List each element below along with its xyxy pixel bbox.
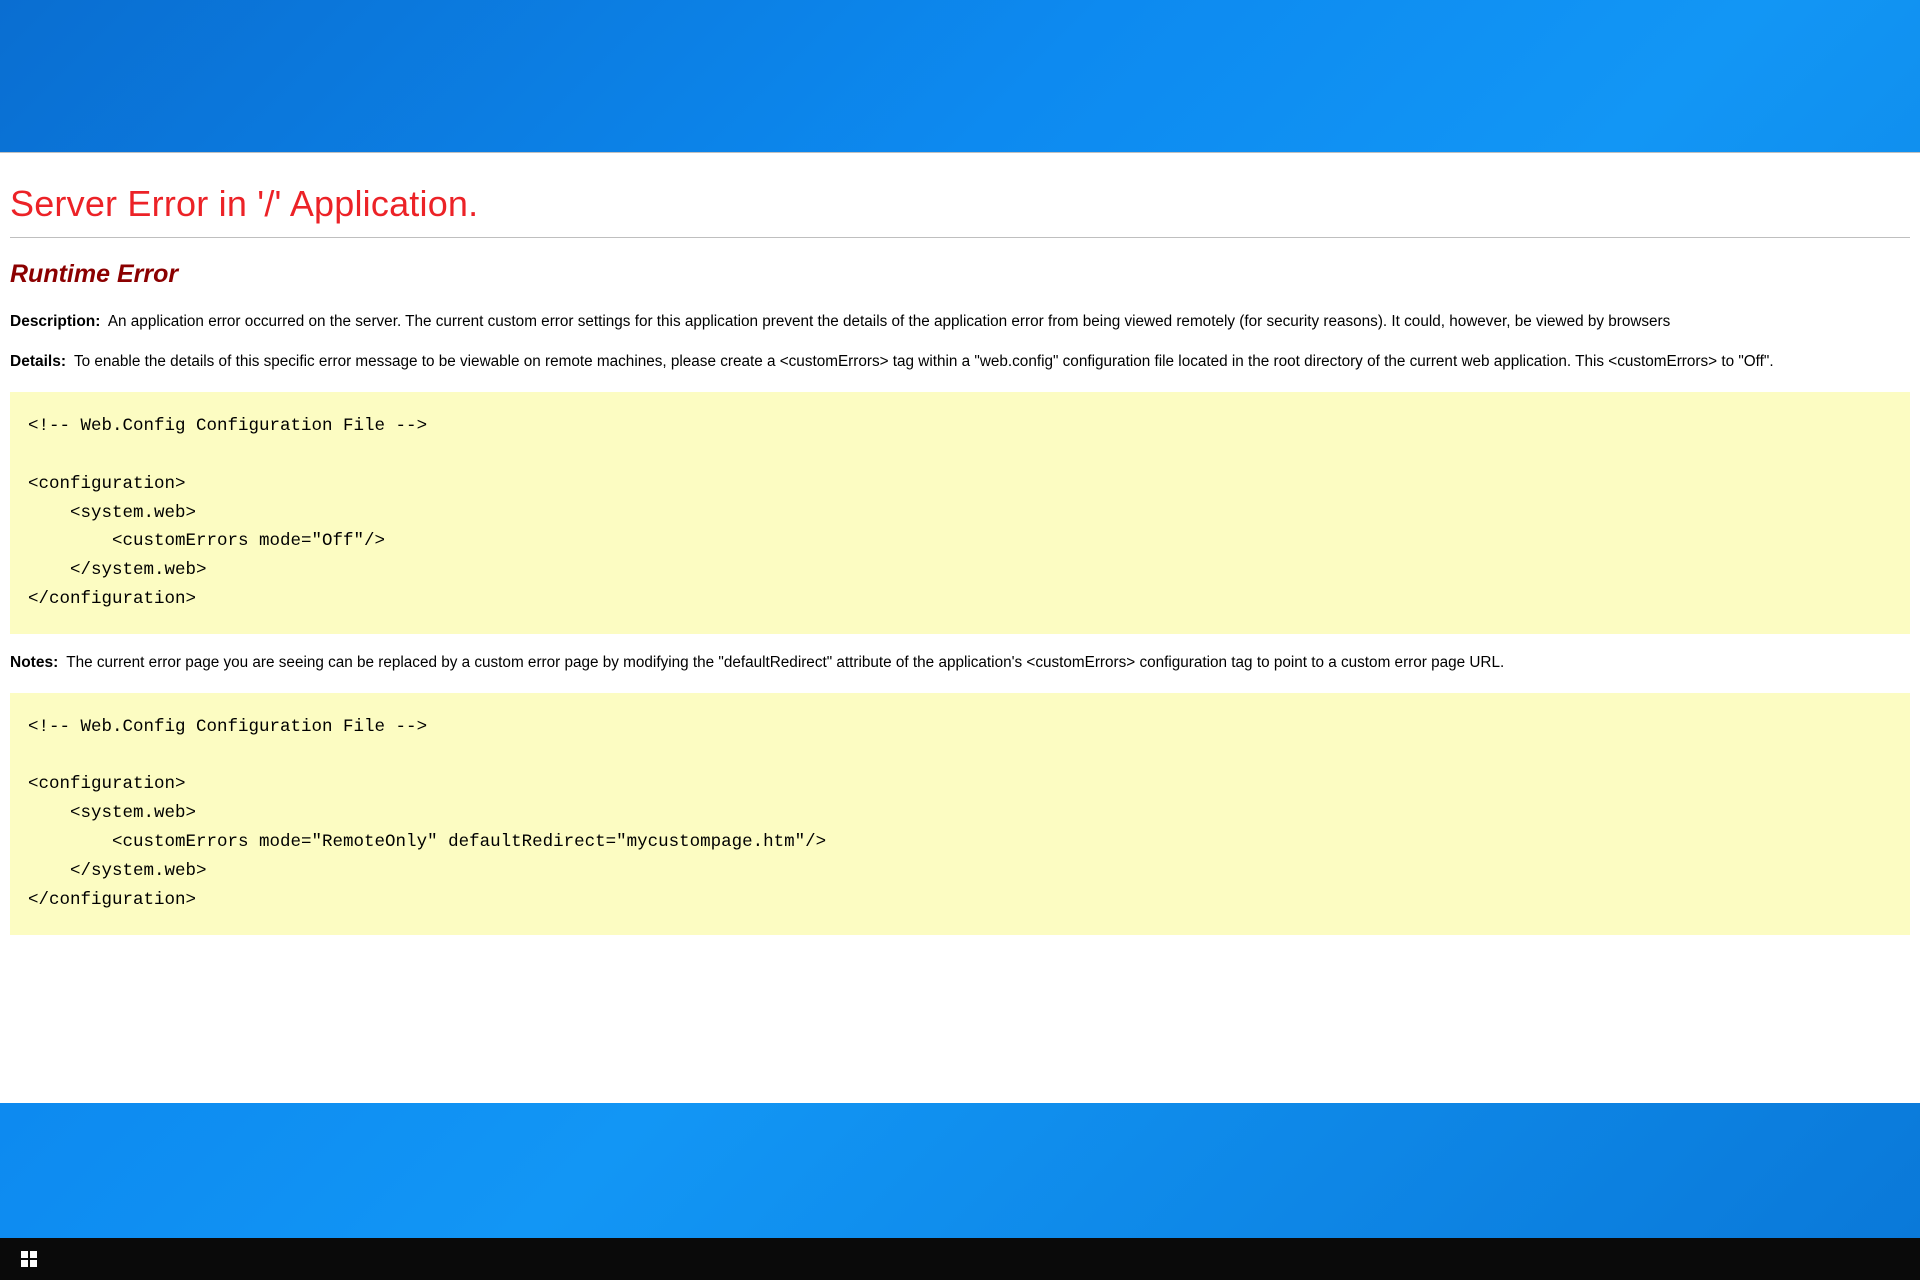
code-block-2-text: <!-- Web.Config Configuration File --> <…: [28, 713, 1892, 915]
code-block-1: <!-- Web.Config Configuration File --> <…: [10, 392, 1910, 634]
notes-label: Notes:: [10, 654, 58, 671]
notes-text: The current error page you are seeing ca…: [66, 654, 1504, 671]
details-paragraph: Details: To enable the details of this s…: [10, 351, 1910, 373]
browser-error-page: Server Error in '/' Application. Runtime…: [0, 152, 1920, 1103]
divider: [10, 237, 1910, 238]
description-label: Description:: [10, 313, 100, 330]
desktop-background: Server Error in '/' Application. Runtime…: [0, 0, 1920, 1280]
start-button[interactable]: [12, 1242, 46, 1276]
windows-icon: [21, 1251, 37, 1267]
notes-paragraph: Notes: The current error page you are se…: [10, 652, 1910, 674]
taskbar[interactable]: [0, 1238, 1920, 1280]
error-content: Server Error in '/' Application. Runtime…: [0, 153, 1920, 973]
details-label: Details:: [10, 353, 66, 370]
page-title: Server Error in '/' Application.: [10, 183, 1910, 225]
details-text: To enable the details of this specific e…: [74, 353, 1774, 370]
code-block-1-text: <!-- Web.Config Configuration File --> <…: [28, 412, 1892, 614]
code-block-2: <!-- Web.Config Configuration File --> <…: [10, 693, 1910, 935]
error-subtitle: Runtime Error: [10, 260, 1910, 289]
description-text: An application error occurred on the ser…: [108, 313, 1670, 330]
description-paragraph: Description: An application error occurr…: [10, 311, 1910, 333]
